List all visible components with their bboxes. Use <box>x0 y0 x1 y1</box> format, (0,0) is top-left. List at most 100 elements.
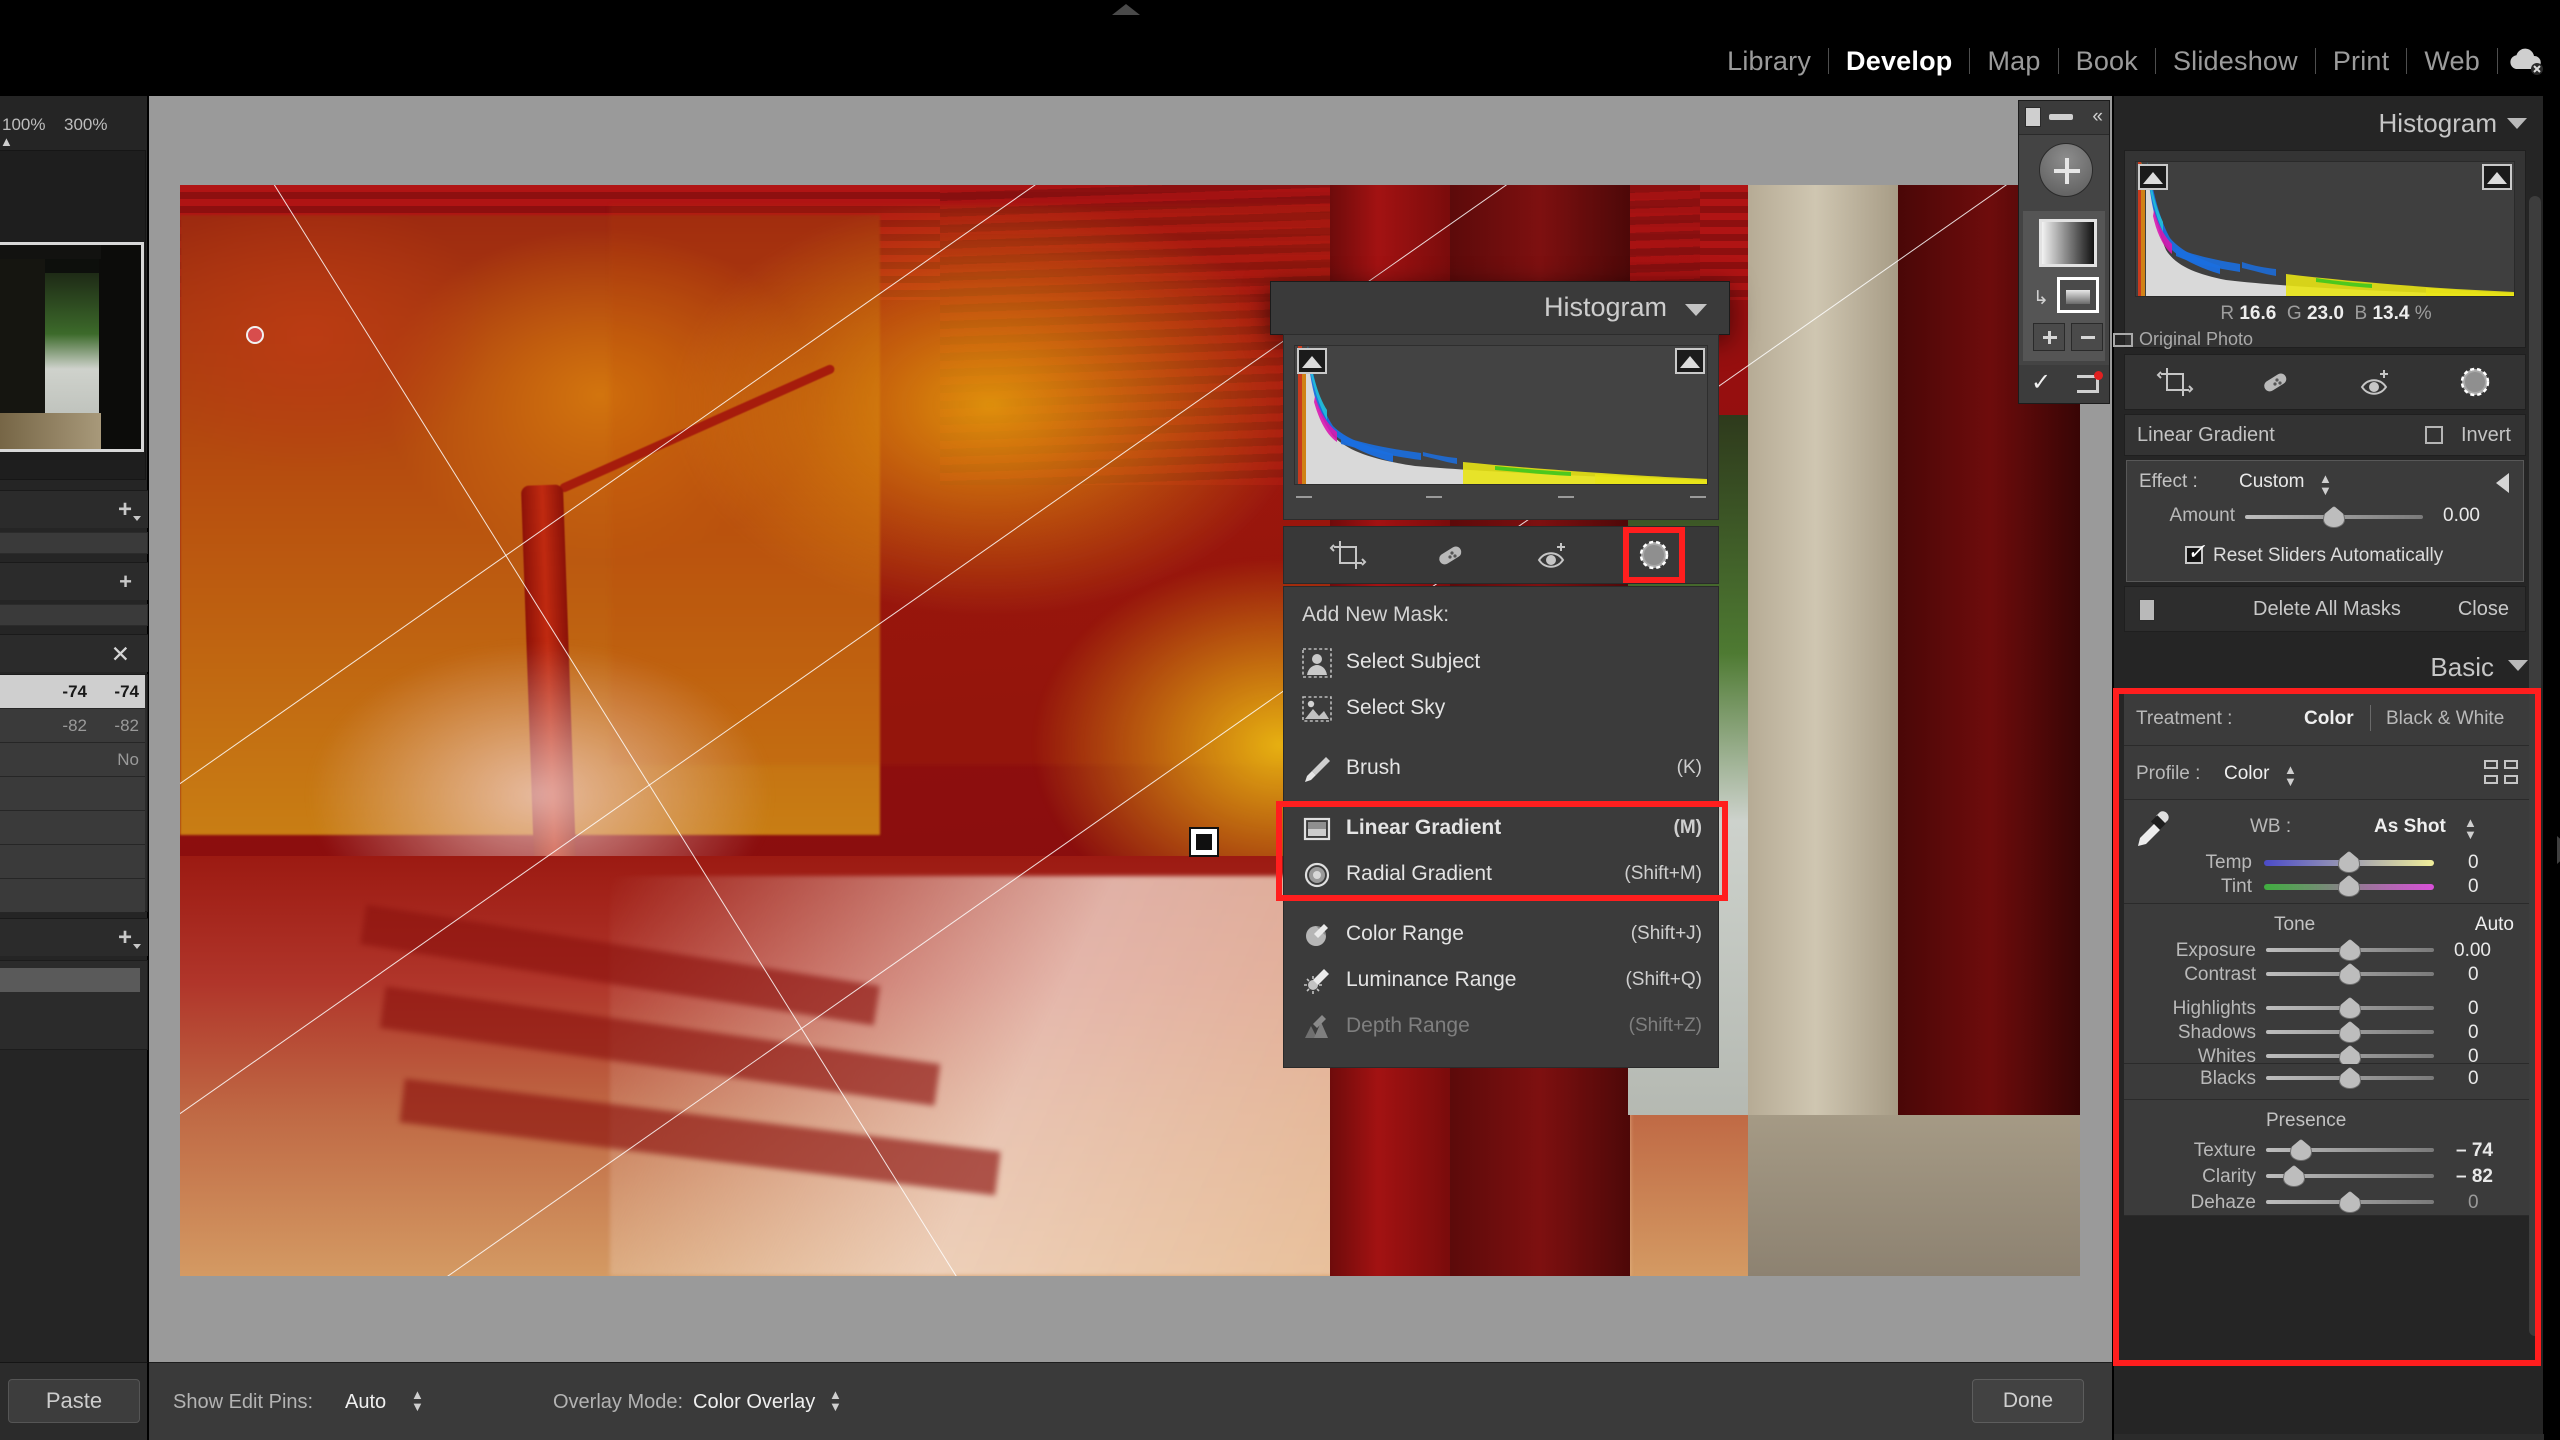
snapshots-header[interactable]: + <box>0 562 148 600</box>
history-row[interactable]: -82 -82 <box>0 709 145 743</box>
chevron-down-icon[interactable] <box>2508 660 2528 671</box>
exposure-slider-track[interactable] <box>2266 939 2434 961</box>
profile-value[interactable]: Color <box>2224 763 2269 785</box>
original-photo-checkbox-icon[interactable] <box>2113 333 2133 347</box>
top-panel-collapse-arrow-icon[interactable] <box>1112 4 1140 15</box>
highlights-value[interactable]: 0 <box>2468 998 2479 1020</box>
exposure-value[interactable]: 0.00 <box>2454 940 2491 962</box>
temp-value[interactable]: 0 <box>2468 852 2479 874</box>
blacks-value[interactable]: 0 <box>2468 1068 2479 1090</box>
photo-preview-with-mask-overlay[interactable] <box>180 185 2080 1276</box>
mask-switch-icon[interactable] <box>2139 599 2155 621</box>
add-mask-plus-icon[interactable] <box>2039 143 2093 197</box>
menu-item-color-range[interactable]: Color Range (Shift+J) <box>1284 911 1718 957</box>
shadow-clipping-indicator[interactable] <box>2138 164 2168 190</box>
menu-item-luminance-range[interactable]: Luminance Range (Shift+Q) <box>1284 957 1718 1003</box>
masking-icon[interactable] <box>1623 527 1685 583</box>
menu-item-select-sky[interactable]: Select Sky <box>1284 685 1718 731</box>
history-row[interactable] <box>0 777 145 811</box>
module-library[interactable]: Library <box>1710 44 1828 78</box>
dehaze-slider-track[interactable] <box>2266 1191 2434 1213</box>
collection-item[interactable] <box>0 967 141 993</box>
texture-value[interactable]: – 74 <box>2456 1140 2493 1162</box>
highlight-clipping-indicator[interactable] <box>1675 348 1705 374</box>
close-icon[interactable]: ✕ <box>111 641 130 667</box>
texture-slider-track[interactable] <box>2266 1139 2434 1161</box>
effect-value[interactable]: Custom <box>2239 471 2304 493</box>
highlight-clipping-indicator[interactable] <box>2482 164 2512 190</box>
gradient-center-pin[interactable] <box>1191 829 1217 855</box>
expand-left-arrow-icon[interactable] <box>2496 473 2509 493</box>
mini-panel-titlebar[interactable]: « <box>2019 101 2109 135</box>
done-button[interactable]: Done <box>1972 1379 2084 1423</box>
red-eye-correction-icon[interactable] <box>2356 363 2394 401</box>
chevron-down-icon[interactable] <box>1685 304 1707 316</box>
navigator-fit-level[interactable]: 100% <box>2 115 45 135</box>
treatment-color-option[interactable]: Color <box>2304 708 2354 730</box>
auto-tone-button[interactable]: Auto <box>2475 914 2514 936</box>
amount-slider-track[interactable] <box>2245 506 2423 528</box>
delete-all-masks-button[interactable]: Delete All Masks <box>2253 598 2401 621</box>
tint-slider-knob[interactable] <box>2338 875 2360 897</box>
dehaze-slider-knob[interactable] <box>2339 1191 2361 1213</box>
treatment-bw-option[interactable]: Black & White <box>2386 708 2504 730</box>
masking-icon[interactable] <box>2456 363 2494 401</box>
overlay-mode-stepper-icon[interactable]: ▲ ▼ <box>829 1388 842 1413</box>
highlights-slider-knob[interactable] <box>2339 997 2361 1019</box>
presets-row[interactable] <box>0 532 148 554</box>
module-slideshow[interactable]: Slideshow <box>2156 44 2315 78</box>
contrast-slider-track[interactable] <box>2266 963 2434 985</box>
effect-stepper-icon[interactable]: ▲ ▼ <box>2319 472 2332 497</box>
profile-stepper-icon[interactable]: ▲ ▼ <box>2284 763 2297 788</box>
close-mask-button[interactable]: Close <box>2458 598 2509 621</box>
collapse-icon[interactable]: « <box>2092 106 2103 128</box>
red-eye-correction-icon[interactable] <box>1533 536 1571 574</box>
history-header[interactable]: ✕ <box>0 634 148 672</box>
histogram-panel-header[interactable]: Histogram <box>2114 96 2543 150</box>
chevron-down-icon[interactable] <box>2507 118 2527 129</box>
spot-removal-icon[interactable] <box>1431 536 1469 574</box>
history-row[interactable] <box>0 811 145 845</box>
overlay-mode-value[interactable]: Color Overlay <box>693 1391 815 1414</box>
history-row-selected[interactable]: -74 -74 <box>0 675 145 709</box>
blacks-slider-track[interactable] <box>2266 1067 2434 1089</box>
mask-toggle-icon[interactable] <box>2025 107 2041 127</box>
module-print[interactable]: Print <box>2316 44 2407 78</box>
invert-label[interactable]: Invert <box>2461 424 2511 447</box>
shadows-slider-track[interactable] <box>2266 1021 2434 1043</box>
texture-slider-knob[interactable] <box>2290 1139 2312 1161</box>
original-photo-toggle[interactable]: Original Photo <box>2113 329 2253 350</box>
linear-gradient-mask-icon[interactable] <box>2057 277 2099 313</box>
module-book[interactable]: Book <box>2059 44 2155 78</box>
history-row[interactable] <box>0 845 145 879</box>
highlights-slider-track[interactable] <box>2266 997 2434 1019</box>
amount-value[interactable]: 0.00 <box>2443 505 2480 527</box>
snapshots-row[interactable] <box>0 604 148 626</box>
plus-dropdown-icon[interactable]: + <box>118 498 141 522</box>
module-web[interactable]: Web <box>2407 44 2497 78</box>
clarity-value[interactable]: – 82 <box>2456 1166 2493 1188</box>
wb-stepper-icon[interactable]: ▲ ▼ <box>2464 816 2477 841</box>
reset-sliders-row[interactable]: ✓ Reset Sliders Automatically <box>2185 539 2443 567</box>
navigator-thumbnail[interactable] <box>0 242 144 452</box>
history-row[interactable]: No <box>0 743 145 777</box>
presets-header[interactable]: + <box>0 490 148 528</box>
shadows-value[interactable]: 0 <box>2468 1022 2479 1044</box>
crop-overlay-icon[interactable] <box>1329 536 1367 574</box>
show-edit-pins-value[interactable]: Auto <box>345 1391 386 1414</box>
shadow-clipping-indicator[interactable] <box>1297 348 1327 374</box>
shadows-slider-knob[interactable] <box>2339 1021 2361 1043</box>
spot-removal-icon[interactable] <box>2256 363 2294 401</box>
floating-panel-header[interactable]: Histogram <box>1271 282 1729 334</box>
eyedropper-icon[interactable] <box>2130 806 2174 850</box>
tint-value[interactable]: 0 <box>2468 876 2479 898</box>
subtract-from-mask-icon[interactable] <box>2071 323 2103 351</box>
show-edit-pins-stepper-icon[interactable]: ▲ ▼ <box>411 1388 424 1413</box>
invert-checkbox[interactable] <box>2425 426 2443 444</box>
plus-dropdown-icon[interactable]: + <box>118 926 141 950</box>
exposure-slider-knob[interactable] <box>2339 939 2361 961</box>
mask-visible-check-icon[interactable]: ✓ <box>2031 371 2051 395</box>
cloud-offline-icon[interactable] <box>2506 44 2546 78</box>
clarity-slider-knob[interactable] <box>2283 1165 2305 1187</box>
contrast-slider-knob[interactable] <box>2339 963 2361 985</box>
